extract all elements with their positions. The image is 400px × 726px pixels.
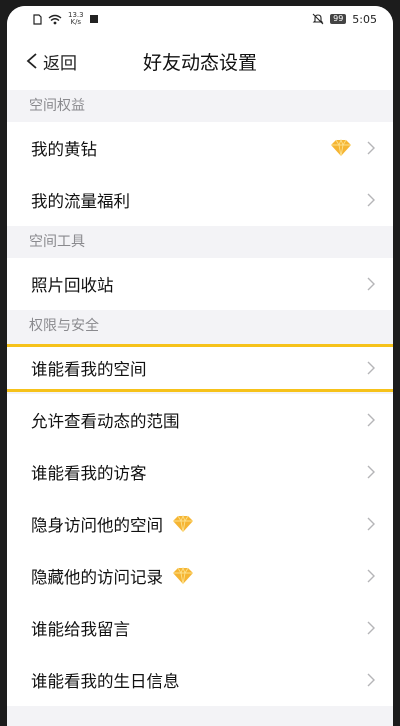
list-item-who-can-leave-message[interactable]: 谁能给我留言 — [7, 602, 393, 654]
list-item-who-can-view-space[interactable]: 谁能看我的空间 — [7, 344, 393, 392]
list-item-hide-visit-record[interactable]: 隐藏他的访问记录 — [7, 550, 393, 602]
list-item-label: 隐藏他的访问记录 — [31, 568, 163, 587]
net-speed-unit: K/s — [70, 18, 82, 26]
back-label: 返回 — [43, 53, 77, 74]
sim-card-icon — [33, 13, 42, 25]
battery-icon: 99 — [330, 14, 347, 24]
section-header-tools: 空间工具 — [7, 226, 393, 258]
net-speed: 13.3 K/s — [68, 12, 84, 26]
section-header-security: 权限与安全 — [7, 310, 393, 342]
list-item-label: 谁能看我的生日信息 — [31, 672, 180, 691]
chevron-right-icon — [367, 673, 375, 687]
mute-icon — [312, 13, 324, 25]
chevron-right-icon — [367, 413, 375, 427]
chevron-right-icon — [367, 141, 375, 155]
chevron-right-icon — [367, 621, 375, 635]
list-item-label: 照片回收站 — [31, 276, 114, 295]
chevron-right-icon — [367, 569, 375, 583]
page-title: 好友动态设置 — [142, 51, 257, 74]
chevron-right-icon — [367, 193, 375, 207]
chevron-right-icon — [367, 277, 375, 291]
list-item-label: 谁能看我的访客 — [31, 464, 147, 483]
chevron-left-icon — [26, 53, 37, 69]
list-item-label: 谁能给我留言 — [31, 620, 130, 639]
list-item-photo-recycle-bin[interactable]: 照片回收站 — [7, 258, 393, 310]
notification-icon — [89, 15, 98, 23]
list-item-stealth-visit[interactable]: 隐身访问他的空间 — [7, 498, 393, 550]
yellow-diamond-icon — [171, 567, 195, 585]
list-item-label-wrap: 隐身访问他的空间 — [31, 512, 367, 536]
list-item-label: 隐身访问他的空间 — [31, 516, 163, 535]
back-button[interactable]: 返回 — [25, 32, 77, 90]
clock: 5:05 — [352, 12, 377, 26]
chevron-right-icon — [367, 465, 375, 479]
navigation-bar: 返回 好友动态设置 — [7, 32, 393, 90]
list-item-label: 允许查看动态的范围 — [31, 412, 180, 431]
list-item-label-wrap: 隐藏他的访问记录 — [31, 564, 367, 588]
yellow-diamond-icon — [171, 515, 195, 533]
status-right: 99 5:05 — [312, 13, 377, 26]
list-item-feed-visibility-range[interactable]: 允许查看动态的范围 — [7, 394, 393, 446]
section-header-benefits: 空间权益 — [7, 90, 393, 122]
wifi-icon — [48, 14, 62, 24]
list-item-label: 我的黄钻 — [31, 140, 97, 159]
status-left: 13.3 K/s — [33, 12, 98, 26]
list-item-yellow-diamond[interactable]: 我的黄钻 — [7, 122, 393, 174]
chevron-right-icon — [367, 361, 375, 375]
chevron-right-icon — [367, 517, 375, 531]
list-item-label: 我的流量福利 — [31, 192, 130, 211]
list-item-traffic-benefits[interactable]: 我的流量福利 — [7, 174, 393, 226]
status-bar: 13.3 K/s 99 5:05 — [7, 6, 393, 32]
list-item-label: 谁能看我的空间 — [31, 360, 147, 379]
yellow-diamond-icon — [329, 139, 353, 157]
list-item-who-can-view-visitors[interactable]: 谁能看我的访客 — [7, 446, 393, 498]
list-item-who-can-view-birthday[interactable]: 谁能看我的生日信息 — [7, 654, 393, 706]
phone-screen: 13.3 K/s 99 5:05 返回 好友动态设置 空间权益 我的黄钻 我的流… — [7, 6, 393, 726]
